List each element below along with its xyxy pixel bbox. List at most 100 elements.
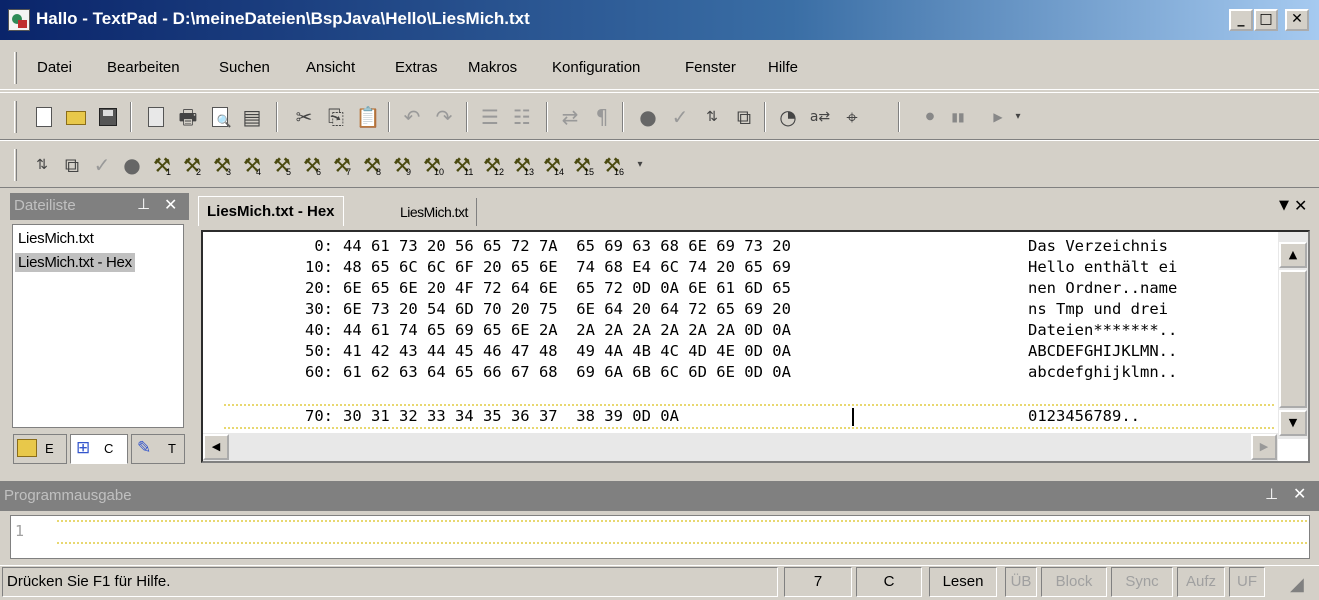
status-read-mode: Lesen xyxy=(929,567,997,597)
undo-icon[interactable]: ↶ xyxy=(398,103,426,131)
tool-5-hammer-icon[interactable]: ⚒ 5 xyxy=(268,151,296,179)
spelling-icon[interactable]: ✓ xyxy=(666,103,694,131)
hex-bytes: 30 31 32 33 34 35 36 37 38 39 0D 0A xyxy=(343,407,689,425)
tab-hex-view[interactable]: LiesMich.txt - Hex xyxy=(198,196,344,226)
chevron-down-icon-2[interactable]: ▾ xyxy=(626,151,654,179)
textpad-app-icon[interactable] xyxy=(8,9,30,31)
find-in-files-icon[interactable]: ⌖ xyxy=(838,103,866,131)
sort-icon[interactable]: ⇅ xyxy=(698,103,726,131)
macro-record-icon[interactable]: ● xyxy=(916,103,944,131)
tool-6-hammer-icon[interactable]: ⚒ 6 xyxy=(298,151,326,179)
tab-search-results[interactable]: E xyxy=(13,434,67,464)
compare-files-icon[interactable]: ⧉ xyxy=(730,103,758,131)
horizontal-scrollbar[interactable]: ◀ ▶ xyxy=(203,433,1278,461)
vertical-scrollbar[interactable]: ▲ ▼ xyxy=(1278,232,1308,439)
tool-16-hammer-icon[interactable]: ⚒ 16 xyxy=(598,151,626,179)
minimize-button[interactable]: _ xyxy=(1229,9,1253,31)
status-record: Aufz xyxy=(1177,567,1225,597)
tool-12-number: 12 xyxy=(494,167,505,177)
scroll-thumb[interactable] xyxy=(1279,270,1307,408)
clip-tree-icon: ⊞ xyxy=(76,438,91,458)
tool-7-hammer-icon[interactable]: ⚒ 7 xyxy=(328,151,356,179)
menu-suchen[interactable]: Suchen xyxy=(219,59,270,76)
tool-13-hammer-icon[interactable]: ⚒ 13 xyxy=(508,151,536,179)
tool-1-hammer-icon[interactable]: ⚒ 1 xyxy=(148,151,176,179)
menu-fenster[interactable]: Fenster xyxy=(685,59,736,76)
close-button[interactable]: ✕ xyxy=(1285,9,1309,31)
print-icon[interactable]: 🖶 xyxy=(174,103,202,131)
close-panel-icon[interactable]: ✕ xyxy=(164,195,177,214)
tool-10-hammer-icon[interactable]: ⚒ 10 xyxy=(418,151,446,179)
indent-icon[interactable]: ☰ xyxy=(476,103,504,131)
tool-7-number: 7 xyxy=(346,167,352,177)
macro-pause-icon[interactable]: ▮▮ xyxy=(944,103,972,131)
menu-extras[interactable]: Extras xyxy=(395,59,438,76)
maximize-button[interactable]: □ xyxy=(1254,9,1278,31)
tool-16-number: 16 xyxy=(614,167,625,177)
scroll-down-button[interactable]: ▼ xyxy=(1279,410,1307,436)
cut-icon[interactable]: ✂ xyxy=(290,103,318,131)
pen-icon: ✎ xyxy=(137,438,152,458)
tab-tools[interactable]: ✎ T xyxy=(131,434,185,464)
print-preview-icon[interactable]: 🔍 xyxy=(206,103,234,131)
menu-hilfe[interactable]: Hilfe xyxy=(768,59,798,76)
stop-icon[interactable]: ● xyxy=(634,103,662,131)
spelling-icon-2[interactable]: ✓ xyxy=(88,151,116,179)
tools-toolbar: ⇅ ⧉ ✓ ● ⚒ 1 ⚒ 2 ⚒ 3 ⚒ 4 ⚒ 5 ⚒ 6 ⚒ 7 ⚒ 8 ⚒ 9 ⚒ 10 ⚒… xyxy=(0,140,1319,188)
scroll-up-button[interactable]: ▲ xyxy=(1279,242,1307,268)
close-document-icon[interactable]: ✕ xyxy=(1294,196,1307,215)
tool-12-hammer-icon[interactable]: ⚒ 12 xyxy=(478,151,506,179)
tool-9-hammer-icon[interactable]: ⚒ 9 xyxy=(388,151,416,179)
file-list-item[interactable]: LiesMich.txt xyxy=(15,229,97,248)
sort-icon-2[interactable]: ⇅ xyxy=(28,151,56,179)
tool-11-hammer-icon[interactable]: ⚒ 11 xyxy=(448,151,476,179)
chevron-down-icon[interactable]: ▾ xyxy=(1004,103,1032,131)
scroll-left-button[interactable]: ◀ xyxy=(203,434,229,460)
menu-ansicht[interactable]: Ansicht xyxy=(306,59,355,76)
tab-clip-library[interactable]: ⊞ C xyxy=(70,434,128,464)
close-output-icon[interactable]: ✕ xyxy=(1293,484,1306,503)
title-bar[interactable]: Hallo - TextPad - D:\meineDateien\BspJav… xyxy=(0,0,1319,40)
output-line-number: 1 xyxy=(15,522,25,540)
tab-text-view[interactable]: LiesMich.txt xyxy=(392,198,477,226)
pilcrow-icon[interactable]: ¶ xyxy=(588,103,616,131)
menubar-grip[interactable] xyxy=(14,52,17,84)
tool-2-hammer-icon[interactable]: ⚒ 2 xyxy=(178,151,206,179)
copy-icon[interactable]: ⎘ xyxy=(322,103,350,131)
tool-14-hammer-icon[interactable]: ⚒ 14 xyxy=(538,151,566,179)
toolbar2-grip[interactable] xyxy=(14,149,17,181)
output-panel[interactable]: 1 xyxy=(10,515,1310,559)
pin-icon-output[interactable]: ⊥ xyxy=(1265,485,1278,503)
hex-ascii: Das Verzeichnis xyxy=(1028,237,1178,255)
tool-3-hammer-icon[interactable]: ⚒ 3 xyxy=(208,151,236,179)
menu-bearbeiten[interactable]: Bearbeiten xyxy=(107,59,180,76)
tool-4-hammer-icon[interactable]: ⚒ 4 xyxy=(238,151,266,179)
paste-icon[interactable]: 📋 xyxy=(354,103,382,131)
stop-icon-2[interactable]: ● xyxy=(118,151,146,179)
menu-konfiguration[interactable]: Konfiguration xyxy=(552,59,640,76)
pin-icon[interactable]: ⊥ xyxy=(137,195,150,213)
replace-icon[interactable]: a⇄ xyxy=(806,103,834,131)
redo-icon[interactable]: ↷ xyxy=(430,103,458,131)
outdent-icon[interactable]: ☷ xyxy=(508,103,536,131)
word-wrap-icon[interactable]: ⇄ xyxy=(556,103,584,131)
compare-files-icon-2[interactable]: ⧉ xyxy=(58,151,86,179)
resize-grip-icon[interactable]: ◢ xyxy=(1290,574,1304,595)
properties-icon[interactable]: ▤ xyxy=(238,103,266,131)
menu-datei[interactable]: Datei xyxy=(37,59,72,76)
tool-8-hammer-icon[interactable]: ⚒ 8 xyxy=(358,151,386,179)
manage-files-icon[interactable] xyxy=(142,103,170,131)
chevron-down-icon-3[interactable]: ▼ xyxy=(1279,198,1289,213)
hex-bytes: 48 65 6C 6C 6F 20 65 6E 74 68 E4 6C 74 2… xyxy=(343,258,791,276)
open-folder-icon[interactable] xyxy=(62,103,90,131)
tool-15-hammer-icon[interactable]: ⚒ 15 xyxy=(568,151,596,179)
menu-makros[interactable]: Makros xyxy=(468,59,517,76)
scroll-right-button[interactable]: ▶ xyxy=(1251,434,1277,460)
toolbar-grip[interactable] xyxy=(14,101,17,133)
new-file-icon[interactable] xyxy=(30,103,58,131)
find-icon[interactable]: ◔ xyxy=(774,103,802,131)
save-disk-icon[interactable] xyxy=(94,103,122,131)
hex-ascii: ns Tmp und drei xyxy=(1028,300,1178,318)
hex-offset: 40: xyxy=(305,321,333,339)
file-list-item-selected[interactable]: LiesMich.txt - Hex xyxy=(15,253,135,272)
